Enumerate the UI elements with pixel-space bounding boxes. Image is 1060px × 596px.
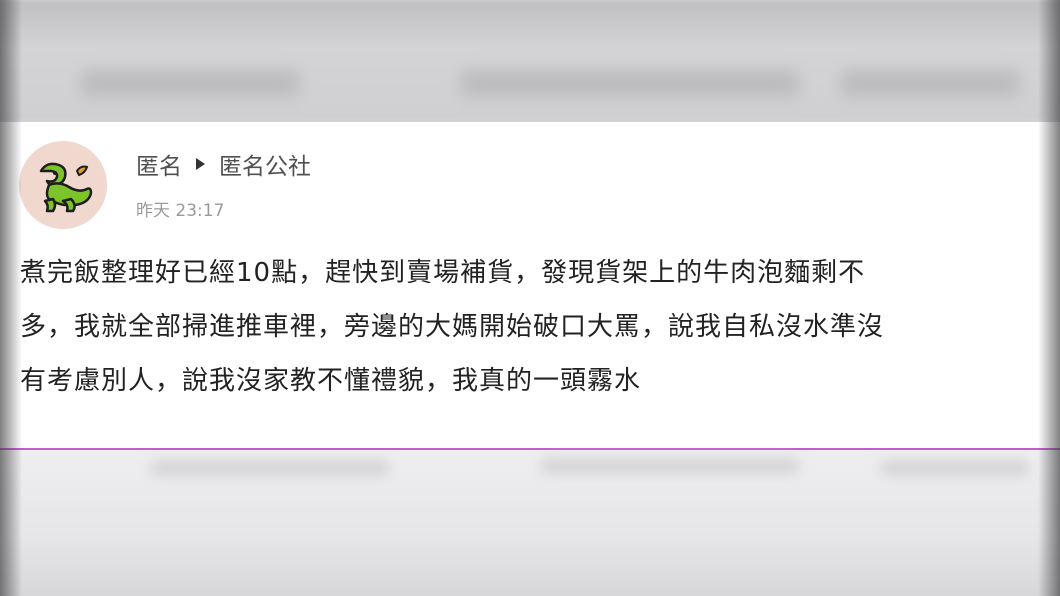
board-name[interactable]: 匿名公社 bbox=[219, 147, 311, 181]
vignette-left bbox=[0, 0, 22, 596]
blurred-shape bbox=[80, 70, 300, 96]
author-name[interactable]: 匿名 bbox=[136, 147, 182, 181]
blurred-background-top bbox=[0, 0, 1060, 122]
blurred-background-bottom bbox=[0, 450, 1060, 596]
blurred-shape bbox=[460, 70, 800, 96]
post-content: 煮完飯整理好已經10點，趕快到賣場補貨，發現貨架上的牛肉泡麵剩不 多，我就全部掃… bbox=[20, 246, 1050, 408]
post-text-line: 煮完飯整理好已經10點，趕快到賣場補貨，發現貨架上的牛肉泡麵剩不 bbox=[20, 258, 866, 288]
author-avatar[interactable] bbox=[19, 141, 107, 229]
blurred-shape bbox=[840, 70, 1020, 96]
post-card: 匿名 匿名公社 昨天 23:17 煮完飯整理好已經10點，趕快到賣場補貨，發現貨… bbox=[0, 122, 1060, 450]
post-text-line: 多，我就全部掃進推車裡，旁邊的大媽開始破口大罵，說我自私沒水準沒 bbox=[20, 312, 885, 342]
blurred-shape bbox=[540, 458, 800, 474]
vignette-right bbox=[1038, 0, 1060, 596]
blurred-shape bbox=[150, 460, 390, 476]
blurred-shape bbox=[880, 460, 1030, 476]
dragon-icon bbox=[19, 141, 107, 229]
post-timestamp: 昨天 23:17 bbox=[136, 201, 225, 221]
post-text-line: 有考慮別人，說我沒家教不懂禮貌，我真的一頭霧水 bbox=[20, 366, 642, 396]
post-breadcrumb: 匿名 匿名公社 bbox=[136, 148, 311, 180]
caret-right-icon bbox=[196, 158, 205, 170]
